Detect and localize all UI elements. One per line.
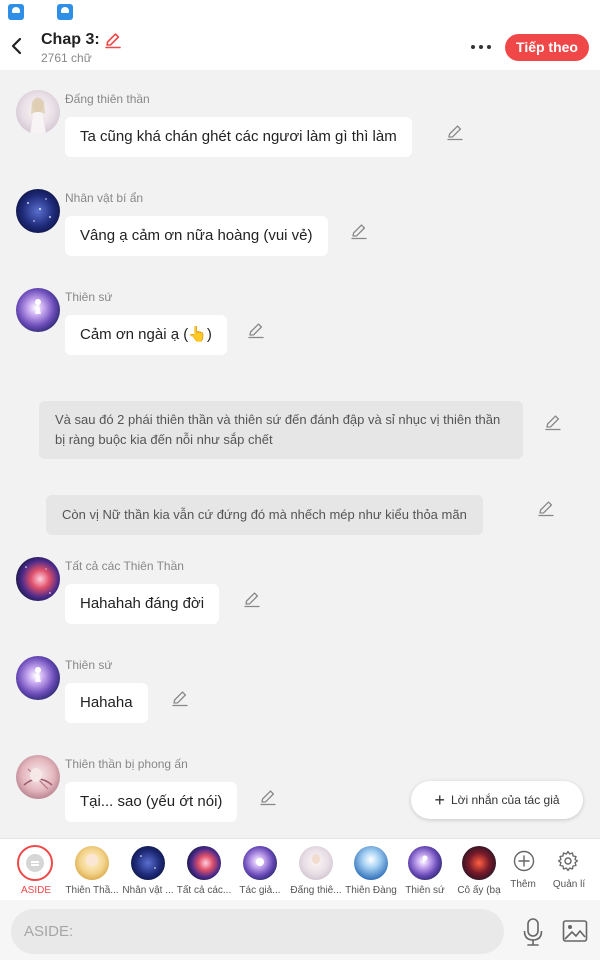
character-label: Thêm	[510, 879, 536, 890]
aside-icon	[17, 845, 53, 881]
avatar-thien-su[interactable]	[16, 288, 60, 332]
aside-bubble[interactable]: Và sau đó 2 phái thiên thần và thiên sứ …	[39, 401, 523, 459]
input-bar	[0, 900, 600, 960]
character-label: ASIDE	[20, 885, 51, 896]
character-avatar	[187, 846, 221, 880]
character-label: Nhân vật ...	[122, 885, 174, 896]
word-count: 2761 chữ	[41, 51, 92, 65]
character-thien-dang[interactable]: Thiên Đàng	[343, 844, 399, 900]
avatar-tat-ca-thien-than[interactable]	[16, 557, 60, 601]
character-avatar	[462, 846, 496, 880]
character-avatar	[131, 846, 165, 880]
avatar-dang-thien-than[interactable]	[16, 90, 60, 134]
message-bubble[interactable]: Vâng ạ cảm ơn nữa hoàng (vui vẻ)	[65, 216, 328, 256]
edit-pencil-icon[interactable]	[350, 222, 368, 240]
character-tac-gia[interactable]: Tác giả...	[232, 844, 288, 900]
character-avatar	[408, 846, 442, 880]
character-thien-su[interactable]: Thiên sứ	[397, 844, 453, 900]
character-aside[interactable]: ASIDE	[8, 844, 64, 900]
next-chapter-button[interactable]: Tiếp theo	[505, 34, 589, 61]
character-name: Thiên sứ	[65, 290, 113, 304]
edit-pencil-icon[interactable]	[259, 788, 277, 806]
character-avatar	[75, 846, 109, 880]
avatar-thien-than-bi-phong-an[interactable]	[16, 755, 60, 799]
character-label: Đấng thiê...	[290, 885, 342, 896]
edit-pencil-icon[interactable]	[446, 123, 464, 141]
add-character-button[interactable]: Thêm	[496, 844, 550, 900]
message-bubble[interactable]: Hahahah đáng đời	[65, 584, 220, 624]
character-label: Thiên Đàng	[345, 885, 397, 896]
message-bubble[interactable]: Cảm ơn ngài ạ (👆)	[65, 315, 227, 355]
microphone-icon[interactable]	[522, 917, 544, 947]
author-note-button[interactable]: + Lời nhắn của tác giả	[411, 781, 583, 819]
character-dang-thien[interactable]: Đấng thiê...	[288, 844, 344, 900]
settings-gear-icon	[557, 850, 579, 872]
more-dots-icon[interactable]	[466, 36, 496, 58]
back-arrow-icon[interactable]	[6, 32, 28, 60]
aside-bubble[interactable]: Còn vị Nữ thần kia vẫn cứ đứng đó mà nhế…	[46, 495, 483, 535]
avatar-nhan-vat-bi-an[interactable]	[16, 189, 60, 233]
status-bar	[0, 0, 600, 24]
character-label: Quản lí	[552, 879, 586, 890]
character-selector-bar: ASIDE Thiên Thầ... Nhân vật ... Tất cả c…	[0, 838, 600, 900]
title-row: Chap 3:	[41, 31, 122, 49]
character-label: Thiên sứ	[405, 885, 445, 896]
message-list[interactable]: Đấng thiên thần Ta cũng khá chán ghét cá…	[0, 70, 600, 838]
chapter-title: Chap 3:	[41, 31, 100, 48]
add-circle-icon	[513, 850, 535, 872]
edit-pencil-icon[interactable]	[247, 321, 265, 339]
author-note-label: Lời nhắn của tác giả	[450, 793, 560, 807]
avatar-thien-su[interactable]	[16, 656, 60, 700]
character-thien-than[interactable]: Thiên Thầ...	[64, 844, 120, 900]
manage-characters-button[interactable]: Quản lí	[544, 844, 594, 900]
cloud-app-icon	[8, 4, 24, 20]
message-bubble[interactable]: Tại... sao (yếu ớt nói)	[65, 782, 238, 822]
character-nhan-vat[interactable]: Nhân vật ...	[120, 844, 176, 900]
edit-pencil-icon[interactable]	[544, 413, 562, 431]
character-label: Thiên Thầ...	[65, 885, 119, 896]
edit-pencil-icon[interactable]	[537, 499, 555, 517]
character-tat-ca[interactable]: Tất cả các...	[176, 844, 232, 900]
image-icon[interactable]	[562, 919, 588, 943]
cloud-app-icon-2	[57, 4, 73, 20]
character-name: Thiên sứ	[65, 658, 113, 672]
character-name: Tất cả các Thiên Thần	[65, 559, 184, 573]
character-name: Đấng thiên thần	[65, 92, 150, 106]
message-input[interactable]	[11, 909, 504, 954]
character-avatar	[299, 846, 333, 880]
character-label: Tất cả các...	[176, 885, 232, 896]
edit-pencil-icon[interactable]	[243, 590, 261, 608]
message-bubble[interactable]: Hahaha	[65, 683, 148, 723]
character-avatar	[354, 846, 388, 880]
character-name: Thiên thần bị phong ấn	[65, 757, 188, 771]
plus-icon: +	[434, 790, 445, 810]
message-bubble[interactable]: Ta cũng khá chán ghét các ngươi làm gì t…	[65, 117, 412, 157]
character-label: Tác giả...	[239, 885, 281, 896]
header: Chap 3: 2761 chữ Tiếp theo	[0, 24, 600, 70]
edit-title-icon[interactable]	[104, 31, 122, 49]
edit-pencil-icon[interactable]	[171, 689, 189, 707]
character-avatar	[243, 846, 277, 880]
character-name: Nhân vật bí ẩn	[65, 191, 144, 205]
